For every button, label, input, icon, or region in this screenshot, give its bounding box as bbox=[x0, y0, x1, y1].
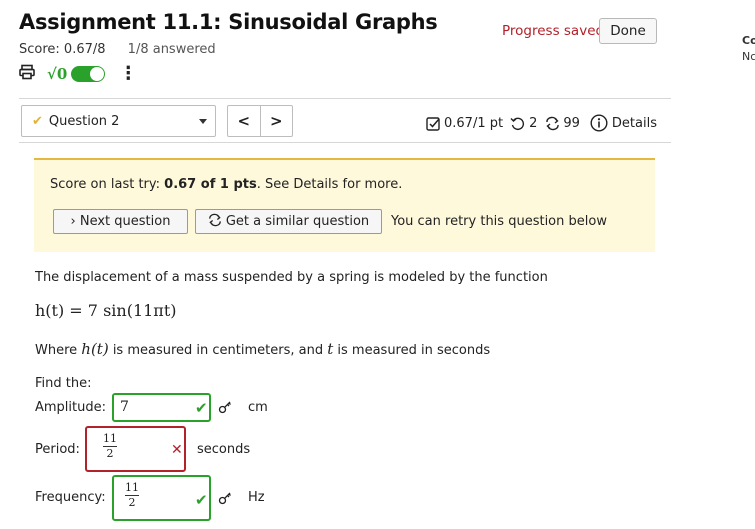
points-text: 0.67/1 pt bbox=[444, 115, 504, 131]
frequency-input[interactable]: 11 2 ✔ bbox=[112, 475, 211, 521]
desc-where: Where bbox=[35, 343, 82, 358]
sqrt-toggle-icon: √0 bbox=[47, 65, 68, 83]
frequency-fraction: 11 2 bbox=[125, 482, 139, 509]
caret-down-icon bbox=[199, 119, 207, 124]
amplitude-label: Amplitude: bbox=[35, 400, 106, 415]
done-button[interactable]: Done bbox=[599, 18, 657, 44]
frequency-numerator: 11 bbox=[125, 481, 139, 494]
retry-text: You can retry this question below bbox=[391, 214, 607, 229]
question-select[interactable]: ✔ Question 2 bbox=[21, 105, 216, 137]
amplitude-unit: cm bbox=[248, 400, 268, 415]
kebab-menu-icon[interactable]: ⋮ bbox=[119, 65, 137, 83]
similar-icon bbox=[545, 116, 560, 131]
amplitude-value: 7 bbox=[120, 399, 129, 415]
key-icon[interactable] bbox=[218, 399, 232, 418]
frequency-unit: Hz bbox=[248, 490, 265, 505]
amplitude-input[interactable]: 7 ✔ bbox=[112, 393, 211, 422]
key-icon[interactable] bbox=[218, 490, 232, 509]
check-icon: ✔ bbox=[195, 399, 208, 417]
answered-count: 1/8 answered bbox=[127, 42, 216, 57]
side-text-2: Nc bbox=[742, 50, 755, 63]
details-link[interactable]: Details bbox=[612, 116, 657, 131]
math-toggle[interactable] bbox=[71, 66, 106, 82]
desc-mid: is measured in centimeters, and bbox=[108, 343, 328, 358]
divider bbox=[19, 98, 671, 99]
question-description: Where h(t) is measured in centimeters, a… bbox=[35, 340, 490, 358]
find-label: Find the: bbox=[35, 376, 92, 391]
desc-end: is measured in seconds bbox=[333, 343, 491, 358]
period-label: Period: bbox=[35, 442, 80, 457]
desc-ht: h(t) bbox=[81, 340, 109, 358]
print-icon[interactable] bbox=[19, 64, 35, 84]
cross-icon: ✕ bbox=[171, 442, 183, 458]
points-icon bbox=[426, 116, 441, 131]
similar-icon bbox=[208, 213, 222, 231]
last-try-prefix: Score on last try: bbox=[50, 177, 165, 192]
question-stats: 0.67/1 pt 2 99 Details bbox=[426, 114, 657, 132]
next-question-button[interactable]: › Next question bbox=[53, 209, 188, 234]
period-denominator: 2 bbox=[106, 447, 114, 460]
similar-question-label: Get a similar question bbox=[225, 214, 370, 229]
question-intro: The displacement of a mass suspended by … bbox=[35, 270, 548, 285]
similar-question-button[interactable]: Get a similar question bbox=[195, 209, 382, 234]
function-formula: h(t) = 7 sin(11πt) bbox=[35, 301, 177, 320]
check-icon: ✔ bbox=[195, 491, 208, 509]
previous-question-button[interactable]: < bbox=[228, 106, 260, 136]
score-text: Score: 0.67/8 bbox=[19, 42, 106, 57]
last-try-score: Score on last try: 0.67 of 1 pts. See De… bbox=[50, 177, 402, 192]
last-try-score-value: 0.67 of 1 pts bbox=[164, 177, 257, 192]
similar-count: 99 bbox=[563, 115, 580, 131]
retry-alert bbox=[34, 158, 655, 252]
retries-count: 2 bbox=[529, 115, 538, 131]
period-unit: seconds bbox=[197, 442, 251, 457]
question-nav-buttons: < > bbox=[227, 105, 293, 137]
score-summary: Score: 0.67/8 1/8 answered bbox=[19, 42, 216, 57]
last-try-suffix: . See Details for more. bbox=[256, 177, 403, 192]
divider bbox=[19, 142, 671, 143]
assignment-toolbar: √0 ⋮ bbox=[19, 64, 137, 84]
frequency-label: Frequency: bbox=[35, 490, 106, 505]
side-text-1: Co bbox=[742, 34, 755, 47]
info-icon[interactable] bbox=[590, 114, 608, 132]
question-select-label: Question 2 bbox=[48, 113, 120, 129]
progress-status: Progress saved bbox=[502, 23, 605, 39]
period-fraction: 11 2 bbox=[103, 433, 117, 460]
check-icon: ✔ bbox=[32, 113, 43, 129]
period-input[interactable]: 11 2 ✕ bbox=[85, 426, 186, 472]
period-numerator: 11 bbox=[103, 432, 117, 445]
next-question-arrow-button[interactable]: > bbox=[259, 106, 293, 136]
retry-icon bbox=[510, 116, 525, 131]
page-title: Assignment 11.1: Sinusoidal Graphs bbox=[19, 10, 438, 34]
frequency-denominator: 2 bbox=[128, 496, 136, 509]
